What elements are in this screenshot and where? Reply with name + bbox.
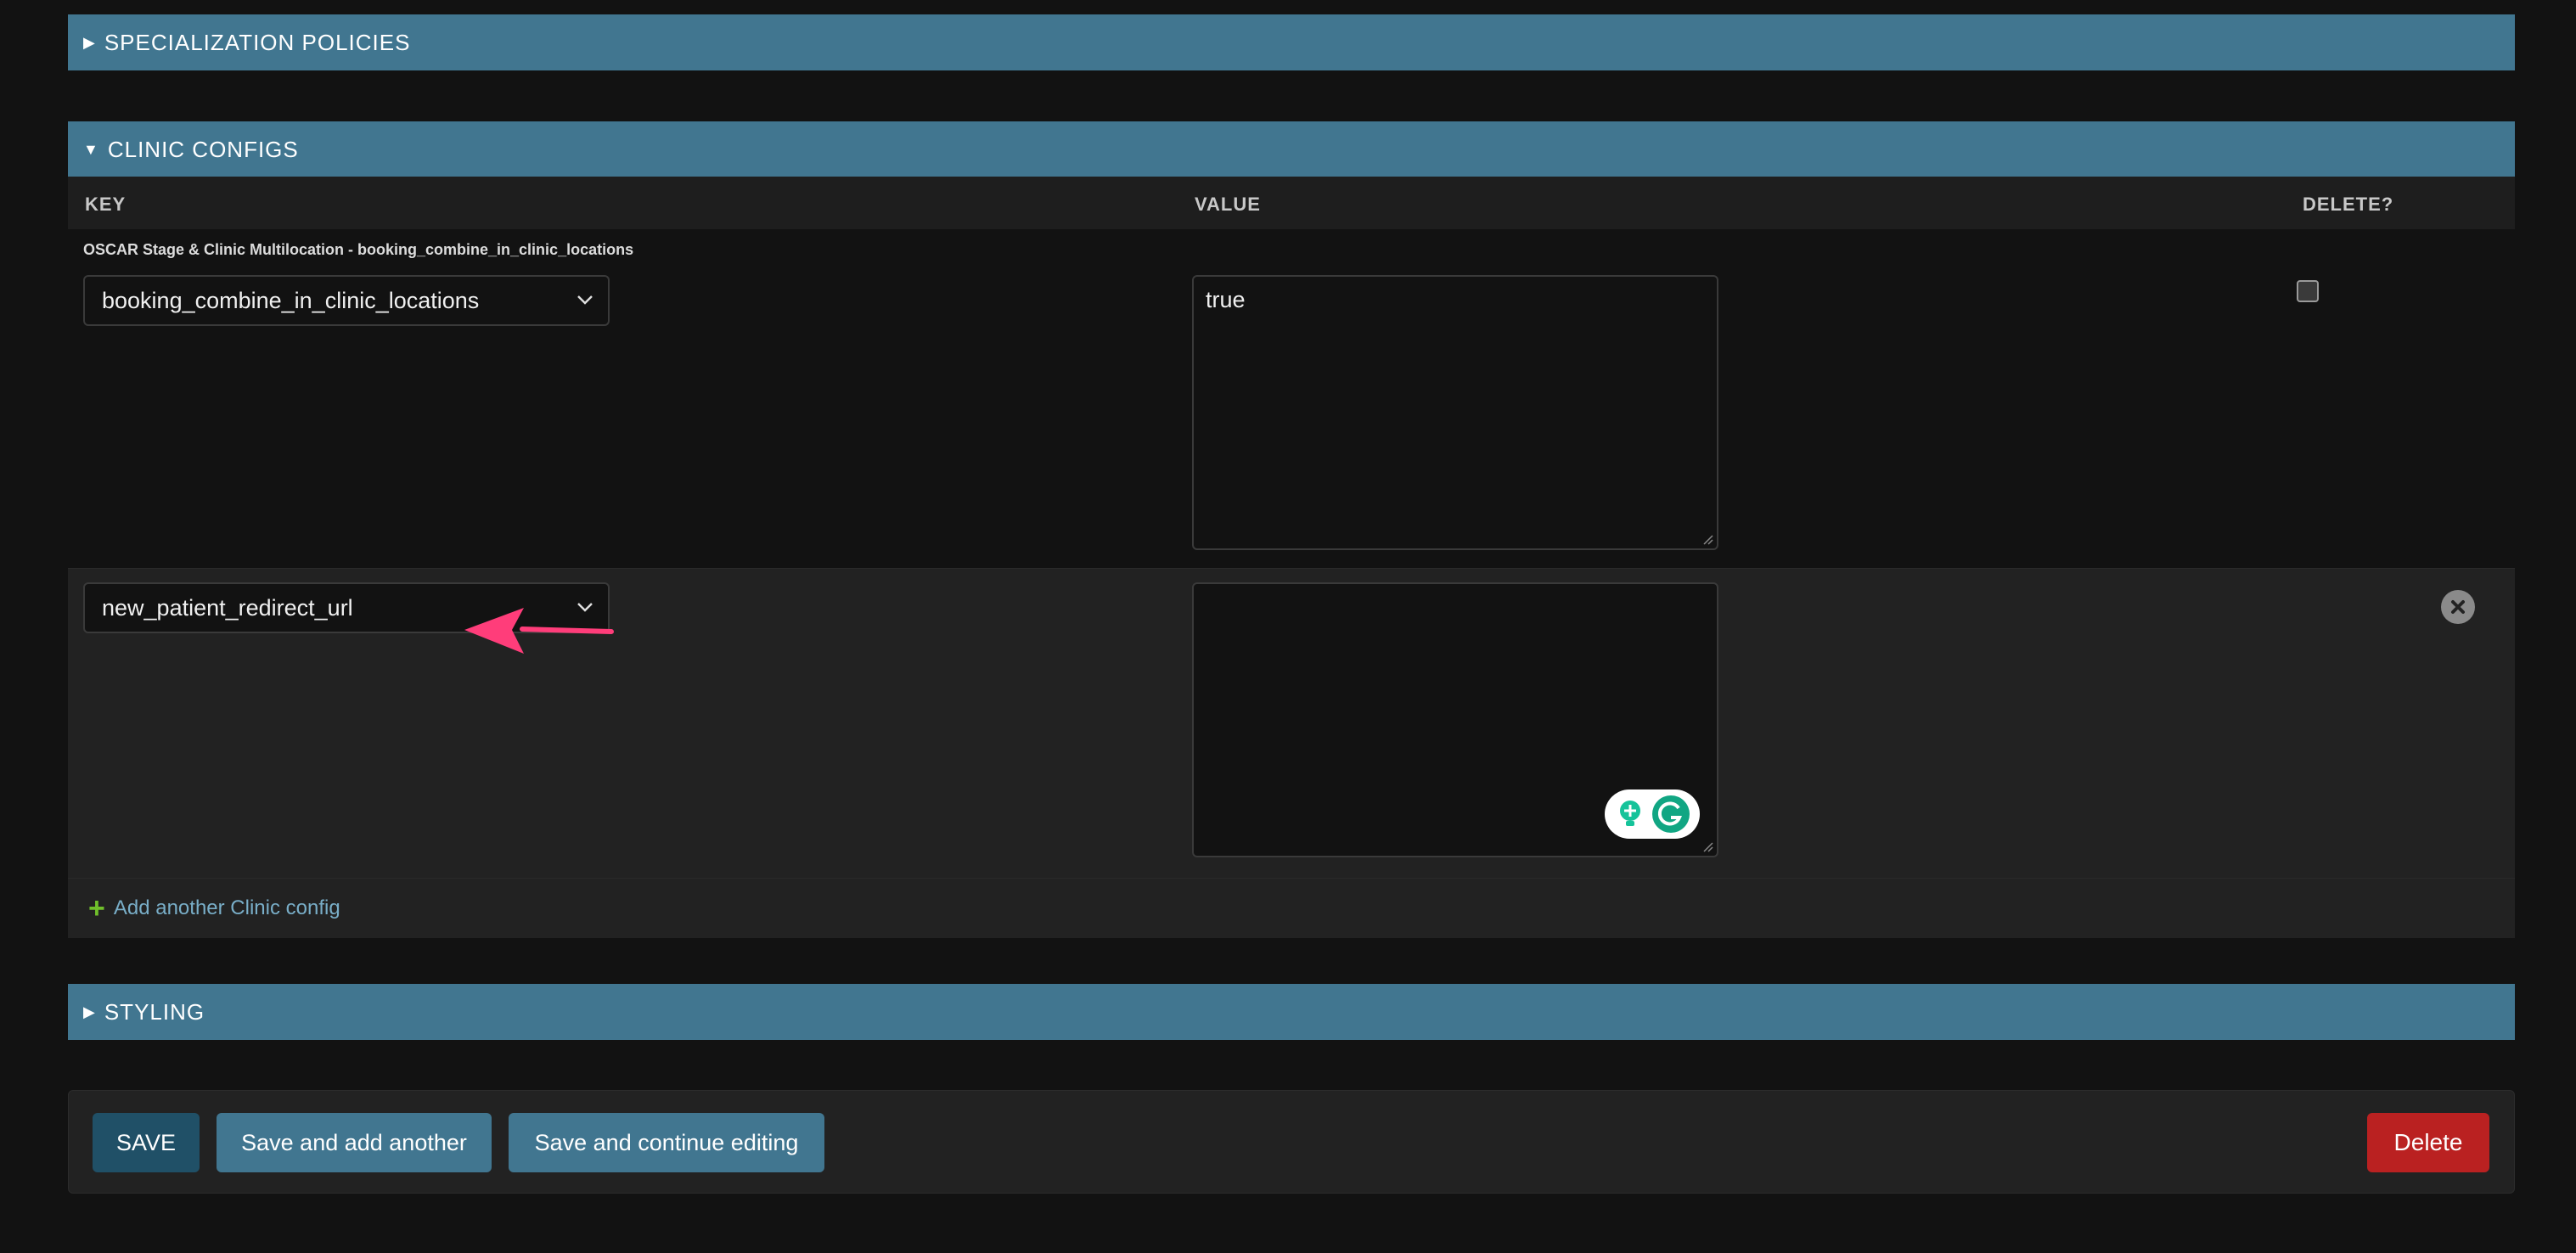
chevron-down-icon bbox=[572, 287, 598, 312]
value-column-header: VALUE bbox=[1195, 194, 1261, 215]
clinic-configs-header[interactable]: ▼ CLINIC CONFIGS bbox=[68, 121, 2515, 177]
expand-triangle-icon: ▶ bbox=[83, 1003, 96, 1020]
key-select-value: booking_combine_in_clinic_locations bbox=[102, 287, 480, 313]
delete-button[interactable]: Delete bbox=[2367, 1113, 2489, 1172]
styling-title: STYLING bbox=[104, 998, 205, 1025]
key-column-header: KEY bbox=[85, 194, 127, 215]
grammarly-g-icon[interactable] bbox=[1651, 794, 1691, 834]
resize-handle-icon[interactable] bbox=[1701, 840, 1713, 852]
submit-row: SAVE Save and add another Save and conti… bbox=[68, 1090, 2515, 1194]
grammarly-widget[interactable] bbox=[1605, 789, 1700, 839]
key-select-value: new_patient_redirect_url bbox=[102, 594, 353, 621]
table-row: new_patient_redirect_url bbox=[68, 569, 2515, 879]
specialization-policies-header[interactable]: ▶ SPECIALIZATION POLICIES bbox=[68, 14, 2515, 70]
grammarly-bulb-icon[interactable] bbox=[1613, 797, 1647, 831]
add-clinic-config-link[interactable]: + Add another Clinic config bbox=[88, 894, 340, 923]
specialization-policies-title: SPECIALIZATION POLICIES bbox=[104, 29, 411, 55]
row-original-label: OSCAR Stage & Clinic Multilocation - boo… bbox=[83, 241, 634, 258]
save-button[interactable]: SAVE bbox=[93, 1113, 200, 1172]
key-select[interactable]: new_patient_redirect_url bbox=[83, 582, 614, 654]
resize-handle-icon[interactable] bbox=[1701, 533, 1713, 545]
value-text: true bbox=[1206, 287, 1246, 312]
value-textarea[interactable] bbox=[1192, 582, 1718, 857]
save-and-add-another-button[interactable]: Save and add another bbox=[217, 1113, 492, 1172]
add-link-label: Add another Clinic config bbox=[113, 896, 340, 919]
value-textarea[interactable]: true bbox=[1192, 275, 1718, 550]
expand-triangle-icon: ▶ bbox=[83, 33, 96, 51]
delete-column-header: DELETE? bbox=[2303, 194, 2394, 215]
arrow-left-icon bbox=[464, 608, 614, 654]
admin-change-form: ▶ SPECIALIZATION POLICIES ▼ CLINIC CONFI… bbox=[0, 0, 2576, 1253]
add-row: + Add another Clinic config bbox=[68, 879, 2515, 938]
delete-checkbox[interactable] bbox=[2297, 280, 2319, 302]
clinic-configs-title: CLINIC CONFIGS bbox=[107, 136, 299, 162]
table-header: KEY VALUE DELETE? bbox=[68, 177, 2515, 229]
key-select[interactable]: booking_combine_in_clinic_locations bbox=[83, 275, 610, 326]
collapse-triangle-icon: ▼ bbox=[83, 140, 99, 158]
table-row: OSCAR Stage & Clinic Multilocation - boo… bbox=[68, 229, 2515, 569]
styling-header[interactable]: ▶ STYLING bbox=[68, 984, 2515, 1040]
save-and-continue-button[interactable]: Save and continue editing bbox=[509, 1113, 824, 1172]
plus-icon: + bbox=[88, 892, 105, 924]
close-circle-icon[interactable] bbox=[2441, 590, 2475, 624]
